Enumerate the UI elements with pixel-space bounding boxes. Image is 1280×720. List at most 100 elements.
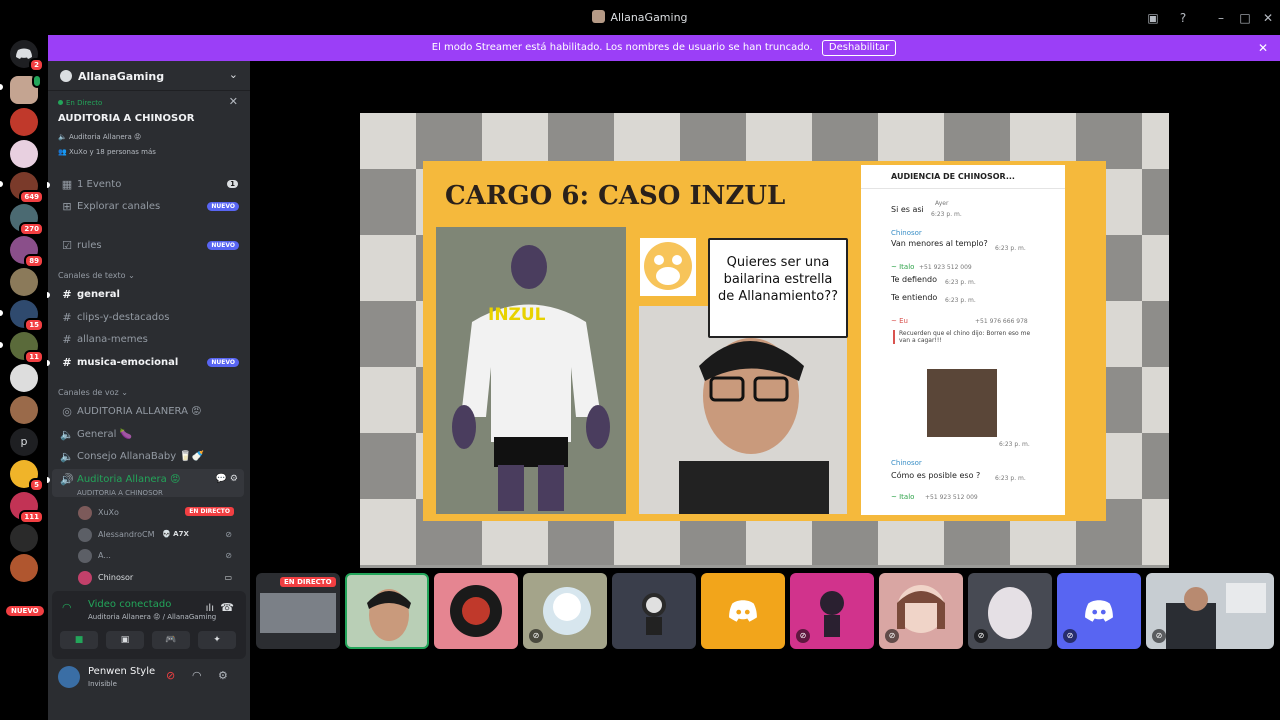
checker-cell <box>360 367 416 433</box>
new-servers-badge[interactable]: NUEVO <box>6 606 44 616</box>
close-window-icon[interactable]: ✕ <box>1260 10 1276 26</box>
server-icon[interactable] <box>10 268 38 296</box>
server-icon[interactable] <box>10 396 38 424</box>
participant-tile[interactable]: ⊘ <box>879 573 963 649</box>
participant-tile[interactable]: ⊘ <box>523 573 607 649</box>
channel-memes[interactable]: # allana-memes <box>48 330 250 350</box>
server-icon[interactable]: 111 <box>10 492 44 524</box>
presentation-slide: CARGO 6: CASO INZUL INZUL Quieres ser un… <box>423 161 1106 521</box>
headphones-icon[interactable]: ◠ <box>192 669 202 682</box>
avatar[interactable] <box>58 666 80 688</box>
server-icon[interactable]: 15 <box>10 300 44 332</box>
maximize-icon[interactable]: □ <box>1237 10 1253 26</box>
voice-user[interactable]: XuXo EN DIRECTO <box>78 504 244 522</box>
voice-user[interactable]: Chinosor ▭ <box>78 569 244 587</box>
server-icon[interactable] <box>10 74 42 104</box>
server-icon[interactable]: 649 <box>10 172 44 204</box>
browse-icon: ⊞ <box>62 200 72 213</box>
username[interactable]: Penwen Style <box>88 666 155 677</box>
server-icon[interactable] <box>10 108 38 136</box>
streamer-mode-banner: El modo Streamer está habilitado. Los no… <box>48 35 1280 61</box>
explore-channels-item[interactable]: ⊞ Explorar canales NUEVO <box>48 197 250 217</box>
participant-tile[interactable]: ⊘ <box>790 573 874 649</box>
settings-icon[interactable]: ⚙ <box>218 669 228 682</box>
close-icon[interactable]: ✕ <box>229 95 238 108</box>
server-icon[interactable] <box>10 140 38 168</box>
camera-button[interactable]: ■ <box>60 631 98 649</box>
muted-icon: ⊘ <box>225 530 232 539</box>
muted-icon: ⊘ <box>885 629 899 643</box>
speaker-icon: 🔊 <box>60 473 74 486</box>
voice-user[interactable]: AlessandroCM 💀 A7X ⊘ <box>78 526 244 544</box>
participant-tile[interactable]: ⊘ <box>1146 573 1274 649</box>
activity-button[interactable]: 🎮 <box>152 631 190 649</box>
channel-general[interactable]: # general <box>47 285 250 305</box>
voice-location[interactable]: Auditoria Allanera 😡 / AllanaGaming <box>88 613 216 621</box>
calendar-icon: ▦ <box>61 178 73 191</box>
text-channels-category[interactable]: Canales de texto ⌄ <box>58 271 135 280</box>
guild-header[interactable]: AllanaGaming ⌄ <box>48 61 250 91</box>
channel-clips[interactable]: # clips-y-destacados <box>48 308 250 328</box>
discord-home-icon[interactable]: 2 <box>10 40 44 72</box>
server-icon[interactable] <box>10 554 38 582</box>
participant-tile[interactable] <box>612 573 696 649</box>
live-stage-card[interactable]: En Directo ✕ AUDITORIA A CHINOSOR 🔈 Audi… <box>48 91 250 167</box>
screen-share-button[interactable]: ▣ <box>106 631 144 649</box>
user-status: Invisible <box>88 680 117 688</box>
channel-musica[interactable]: # musica-emocional NUEVO <box>47 353 250 373</box>
discord-logo-icon <box>1085 600 1113 622</box>
participant-tile[interactable]: ⊘ <box>968 573 1052 649</box>
voice-status[interactable]: Video conectado <box>88 599 171 610</box>
stage-people: 👥 XuXo y 18 personas más <box>58 148 156 156</box>
participant-tile[interactable] <box>434 573 518 649</box>
stream-video[interactable]: CARGO 6: CASO INZUL INZUL Quieres ser un… <box>360 113 1169 568</box>
events-item[interactable]: ▦ 1 Evento 1 <box>47 175 250 195</box>
shirt-text: INZUL <box>488 305 546 325</box>
minimize-icon[interactable]: – <box>1213 10 1229 26</box>
slide-title: CARGO 6: CASO INZUL <box>445 181 786 211</box>
voice-channel-auditoria-allanera[interactable]: 🔊 Auditoria Allanera 😡 💬 ⚙ <box>47 470 250 490</box>
stream-tile[interactable]: EN DIRECTO <box>256 573 340 649</box>
server-icon[interactable]: p <box>10 428 38 456</box>
voice-channel-general[interactable]: 🔈 General 🍆 <box>48 425 250 445</box>
help-icon[interactable]: ? <box>1175 10 1191 26</box>
hash-icon: # <box>62 356 72 369</box>
inbox-icon[interactable]: ▣ <box>1145 10 1161 26</box>
server-icon[interactable]: 89 <box>10 236 44 268</box>
signal-icon: ◠ <box>62 601 72 614</box>
participant-tile[interactable] <box>701 573 785 649</box>
soundboard-button[interactable]: ✦ <box>198 631 236 649</box>
server-icon[interactable] <box>10 524 38 552</box>
guild-icon <box>60 70 72 82</box>
checker-cell <box>1142 367 1169 433</box>
participant-tile[interactable]: ⊘ <box>1057 573 1141 649</box>
server-icon[interactable]: 270 <box>10 204 44 236</box>
window-title: AllanaGaming <box>0 10 1280 24</box>
chevron-down-icon[interactable]: ⌄ <box>229 68 238 81</box>
checker-cell <box>1142 499 1169 565</box>
notification-badge: 2 <box>29 58 44 72</box>
voice-user[interactable]: A... ⊘ <box>78 547 244 565</box>
voice-channel-consejo[interactable]: 🔈 Consejo AllanaBaby 🥛🍼 <box>48 447 250 467</box>
channel-rules[interactable]: ☑ rules NUEVO <box>48 236 250 256</box>
chat-icon[interactable]: 💬 ⚙ <box>216 474 238 484</box>
checker-cell <box>360 301 416 367</box>
voice-channel-topic: AUDITORIA A CHINOSOR <box>77 489 163 497</box>
mic-muted-icon[interactable]: ⊘ <box>166 669 175 682</box>
voice-channel-auditoria[interactable]: ◎ AUDITORIA ALLANERA 😡 <box>48 402 250 422</box>
checker-cell <box>360 499 416 565</box>
checker-cell <box>1142 433 1169 499</box>
server-icon[interactable]: 11 <box>10 332 44 364</box>
voice-channels-category[interactable]: Canales de voz ⌄ <box>58 388 128 397</box>
speech-bubble: Quieres ser una bailarina estrella de Al… <box>708 238 848 338</box>
close-icon[interactable]: ✕ <box>1258 35 1268 61</box>
disable-streamer-button[interactable]: Deshabilitar <box>821 40 897 56</box>
hash-icon: # <box>62 333 72 346</box>
checker-cell <box>360 235 416 301</box>
server-icon[interactable] <box>10 364 38 392</box>
disconnect-icon[interactable]: ☎ <box>220 601 234 614</box>
server-icon[interactable]: 5 <box>10 460 44 492</box>
checker-cell <box>360 169 416 235</box>
participant-tile[interactable] <box>345 573 429 649</box>
noise-suppression-icon[interactable]: ılı <box>206 603 214 614</box>
